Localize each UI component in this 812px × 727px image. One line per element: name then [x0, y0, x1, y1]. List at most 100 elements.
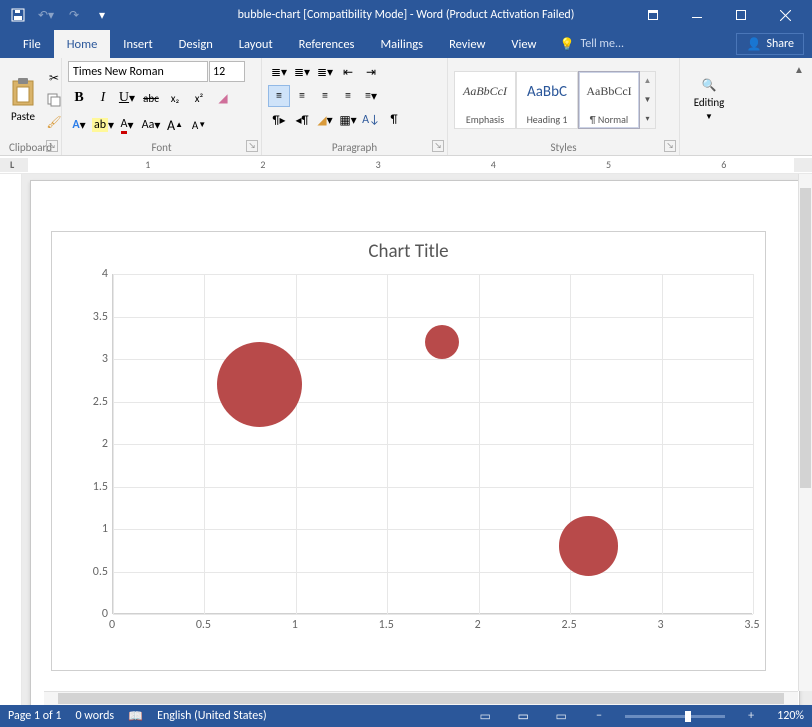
borders-button[interactable]: ▦▾ [337, 109, 359, 131]
undo-button[interactable]: ↶▾ [34, 3, 58, 27]
tab-file[interactable]: File [10, 30, 54, 58]
tab-home[interactable]: Home [54, 30, 111, 58]
tab-mailings[interactable]: Mailings [367, 30, 436, 58]
tab-review[interactable]: Review [436, 30, 498, 58]
numbering-button[interactable]: ≣▾ [291, 61, 313, 83]
tab-insert[interactable]: Insert [110, 30, 165, 58]
zoom-slider[interactable] [625, 715, 725, 718]
qat-customize-button[interactable]: ▾ [90, 3, 114, 27]
tab-view[interactable]: View [498, 30, 549, 58]
web-layout-button[interactable]: ▭ [549, 707, 573, 725]
editing-button[interactable]: 🔍 Editing ▼ [690, 76, 729, 124]
align-left-icon: ≡ [276, 89, 282, 103]
align-center-button[interactable]: ≡ [291, 85, 313, 107]
italic-button[interactable]: I [92, 87, 114, 109]
bold-button[interactable]: B [68, 87, 90, 109]
decrease-indent-button[interactable]: ⇤ [337, 61, 359, 83]
text-effects-button[interactable]: A▾ [68, 114, 90, 136]
ribbon-display-options-button[interactable] [632, 1, 674, 29]
title-bar: ↶▾ ↷ ▾ bubble-chart [Compatibility Mode]… [0, 0, 812, 30]
spellcheck-icon[interactable]: 📖 [128, 709, 143, 724]
word-count[interactable]: 0 words [76, 709, 115, 723]
styles-launcher[interactable]: ↘ [664, 140, 676, 152]
redo-button[interactable]: ↷ [62, 3, 86, 27]
align-left-button[interactable]: ≡ [268, 85, 290, 107]
bubble-chart[interactable]: Chart Title 00.511.522.533.500.511.522.5… [51, 231, 766, 671]
horizontal-scrollbar[interactable] [44, 691, 798, 705]
strikethrough-button[interactable]: abc [140, 87, 162, 109]
superscript-button[interactable]: x² [188, 87, 210, 109]
ltr-button[interactable]: ¶▸ [268, 109, 290, 131]
language-indicator[interactable]: English (United States) [157, 709, 267, 723]
grow-font-button[interactable]: A▲ [164, 114, 186, 136]
styles-group: AaBbCcI Emphasis AaBbC Heading 1 AaBbCcI… [448, 58, 680, 155]
collapse-ribbon-button[interactable]: ▲ [790, 62, 808, 76]
justify-button[interactable]: ≡ [337, 85, 359, 107]
bubble[interactable] [559, 516, 619, 576]
bubble[interactable] [217, 342, 302, 427]
close-button[interactable] [764, 1, 806, 29]
font-launcher[interactable]: ↘ [246, 140, 258, 152]
horizontal-ruler[interactable]: 123456L [0, 156, 812, 174]
shrink-font-button[interactable]: A▼ [188, 114, 210, 136]
print-layout-button[interactable]: ▭ [511, 707, 535, 725]
multilevel-button[interactable]: ≣▾ [314, 61, 336, 83]
page[interactable]: Chart Title 00.511.522.533.500.511.522.5… [30, 180, 800, 705]
copy-icon [47, 93, 61, 107]
subscript-button[interactable]: x₂ [164, 87, 186, 109]
scrollbar-thumb[interactable] [58, 693, 784, 704]
font-name-input[interactable]: Times New Roman [68, 61, 208, 82]
zoom-out-button[interactable]: − [587, 707, 611, 725]
paragraph-group: ≣▾ ≣▾ ≣▾ ⇤ ⇥ ≡ ≡ ≡ ≡ ≡▾ ¶▸ ◂¶ ◢▾ ▦▾ A↓ ¶ [262, 58, 448, 155]
style-emphasis[interactable]: AaBbCcI Emphasis [454, 71, 516, 129]
page-indicator[interactable]: Page 1 of 1 [8, 709, 62, 723]
font-color-button[interactable]: A▾ [116, 114, 138, 136]
style-heading1[interactable]: AaBbC Heading 1 [516, 71, 578, 129]
font-group: Times New Roman 12 B I U▾ abc x₂ x² ◢ A▾… [62, 58, 262, 155]
tab-design[interactable]: Design [166, 30, 226, 58]
x-tick: 3.5 [744, 618, 759, 632]
highlight-button[interactable]: ab▾ [92, 114, 114, 136]
paragraph-launcher[interactable]: ↘ [432, 140, 444, 152]
scrollbar-thumb[interactable] [800, 188, 811, 488]
paragraph-label: Paragraph [262, 141, 447, 154]
quick-access-toolbar: ↶▾ ↷ ▾ [6, 3, 114, 27]
zoom-level[interactable]: 120% [777, 709, 804, 723]
font-label: Font [62, 141, 261, 154]
save-icon[interactable] [6, 3, 30, 27]
align-right-button[interactable]: ≡ [314, 85, 336, 107]
show-marks-button[interactable]: ¶ [383, 109, 405, 131]
rtl-button[interactable]: ◂¶ [291, 109, 313, 131]
font-size-input[interactable]: 12 [209, 61, 245, 82]
share-button[interactable]: 👤 Share [736, 33, 804, 55]
tab-layout[interactable]: Layout [226, 30, 286, 58]
rtl-icon: ◂¶ [295, 113, 308, 128]
line-spacing-button[interactable]: ≡▾ [360, 85, 382, 107]
styles-gallery-scroll[interactable]: ▲ ▼ ▾ [640, 71, 656, 129]
minimize-button[interactable] [676, 1, 718, 29]
read-mode-button[interactable]: ▭ [473, 707, 497, 725]
underline-button[interactable]: U▾ [116, 87, 138, 109]
maximize-button[interactable] [720, 1, 762, 29]
shading-button[interactable]: ◢▾ [314, 109, 336, 131]
find-icon: 🔍 [702, 78, 717, 93]
change-case-button[interactable]: Aa▾ [140, 114, 162, 136]
tell-me-search[interactable]: 💡 Tell me... [559, 30, 624, 58]
vertical-scrollbar[interactable] [798, 174, 812, 691]
clear-formatting-button[interactable]: ◢ [212, 87, 234, 109]
sort-button[interactable]: A↓ [360, 109, 382, 131]
brush-icon: 🖌 [46, 115, 61, 130]
zoom-knob[interactable] [685, 711, 691, 722]
bubble[interactable] [425, 325, 459, 359]
paste-button[interactable]: Paste [6, 75, 40, 125]
x-tick: 2 [475, 618, 481, 632]
increase-indent-button[interactable]: ⇥ [360, 61, 382, 83]
clipboard-launcher[interactable]: ↘ [46, 140, 58, 152]
zoom-in-button[interactable]: + [739, 707, 763, 725]
status-bar: Page 1 of 1 0 words 📖 English (United St… [0, 705, 812, 727]
style-normal[interactable]: AaBbCcI ¶ Normal [578, 71, 640, 129]
bullets-button[interactable]: ≣▾ [268, 61, 290, 83]
tab-references[interactable]: References [286, 30, 368, 58]
x-tick: 0.5 [196, 618, 211, 632]
vertical-ruler[interactable] [0, 174, 22, 705]
